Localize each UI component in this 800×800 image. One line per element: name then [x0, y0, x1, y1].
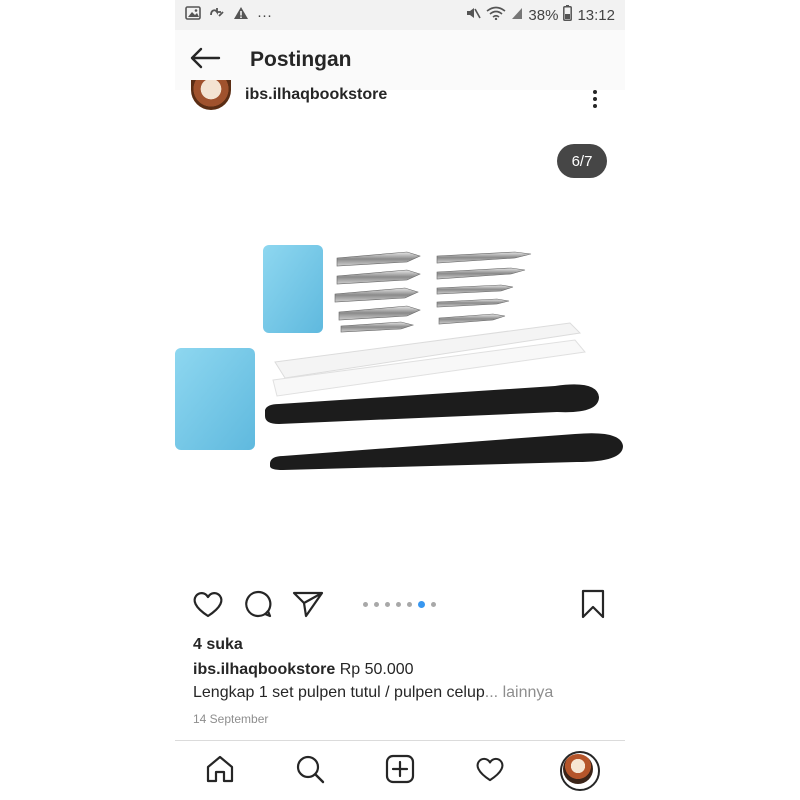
nav-search[interactable]	[285, 741, 335, 800]
app-bar: Postingan	[175, 30, 625, 90]
nav-home[interactable]	[195, 741, 245, 800]
clock: 13:12	[577, 6, 615, 24]
battery-icon	[563, 5, 573, 25]
add-post-icon	[385, 754, 415, 789]
carousel-dot	[396, 602, 401, 607]
search-icon	[295, 754, 325, 789]
post-actions	[175, 586, 625, 626]
share-button[interactable]	[291, 586, 325, 626]
caption-line-2: Lengkap 1 set pulpen tutul / pulpen celu…	[193, 684, 553, 702]
save-button[interactable]	[576, 586, 610, 626]
carousel-dot-active	[418, 601, 425, 608]
likes-count[interactable]: 4 suka	[193, 636, 243, 654]
comment-button[interactable]	[241, 586, 275, 626]
author-username[interactable]: ibs.ilhaqbookstore	[245, 86, 387, 104]
bookmark-icon	[580, 589, 606, 624]
status-more: ···	[257, 6, 272, 24]
comment-icon	[243, 589, 273, 624]
arrow-left-icon	[189, 47, 221, 74]
bottom-navigation	[175, 740, 625, 800]
wifi-icon	[486, 6, 506, 24]
image-counter: 6/7	[557, 144, 607, 178]
nav-activity[interactable]	[465, 741, 515, 800]
nibs-left	[334, 251, 421, 333]
avatar	[560, 751, 600, 791]
page-title: Postingan	[250, 48, 352, 71]
caption-text: Lengkap 1 set pulpen tutul / pulpen celu…	[193, 684, 485, 701]
caption-line-1: ibs.ilhaqbookstore Rp 50.000	[193, 661, 414, 679]
gallery-icon	[185, 6, 201, 24]
caption-more-link[interactable]: lainnya	[503, 684, 554, 701]
caption-price: Rp 50.000	[339, 661, 414, 678]
heart-icon	[475, 756, 505, 787]
missed-call-icon	[209, 6, 225, 24]
carousel-dot	[374, 602, 379, 607]
phone-screen: ··· 38% 13:12 Postingan ibs.ilhaqbooksto…	[175, 0, 625, 800]
more-vertical-icon	[593, 90, 597, 94]
eraser-top	[263, 245, 323, 333]
carousel-dot	[385, 602, 390, 607]
carousel-indicator	[363, 601, 436, 608]
eraser-left	[175, 348, 255, 450]
heart-icon	[192, 590, 224, 623]
like-button[interactable]	[191, 586, 225, 626]
send-icon	[292, 590, 324, 623]
author-avatar[interactable]	[191, 80, 231, 110]
pen-holder-2	[270, 433, 623, 470]
signal-icon	[511, 6, 523, 24]
carousel-dot	[363, 602, 368, 607]
nav-profile[interactable]	[555, 741, 605, 800]
carousel-dot	[407, 602, 412, 607]
warning-icon	[233, 6, 249, 24]
post-date: 14 September	[193, 712, 269, 726]
status-bar: ··· 38% 13:12	[175, 0, 625, 30]
post-image[interactable]: 6/7	[175, 128, 625, 578]
mute-icon	[465, 6, 482, 24]
more-options-button[interactable]	[583, 90, 607, 108]
caption-username[interactable]: ibs.ilhaqbookstore	[193, 661, 335, 678]
home-icon	[205, 754, 235, 789]
carousel-dot	[431, 602, 436, 607]
nibs-right	[436, 251, 532, 325]
nav-new-post[interactable]	[375, 741, 425, 800]
caption-ellipsis: ...	[484, 684, 499, 701]
product-photo	[175, 245, 623, 470]
battery-percent: 38%	[528, 6, 559, 24]
